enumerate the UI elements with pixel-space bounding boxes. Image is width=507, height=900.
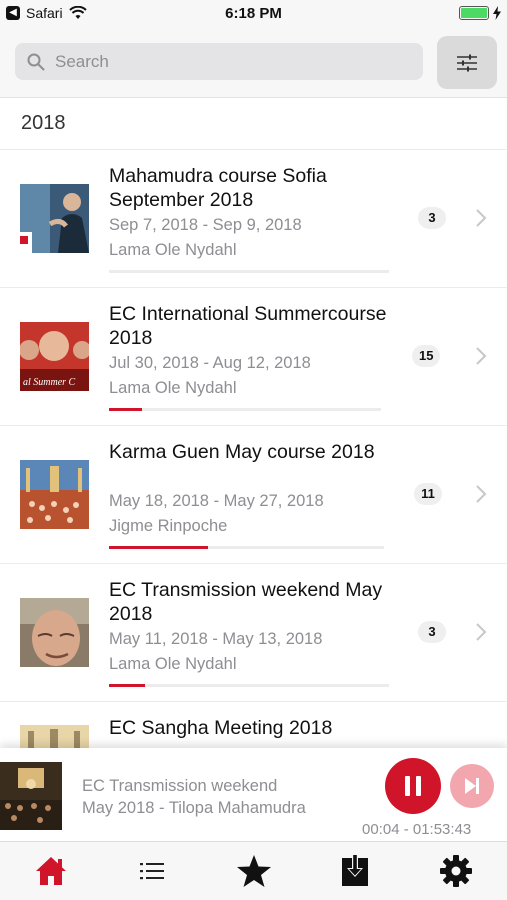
chevron-right-icon	[476, 347, 487, 365]
search-icon	[27, 53, 45, 70]
chevron-right-icon	[476, 485, 487, 503]
now-playing-title: EC Transmission weekend	[82, 777, 278, 795]
episode-count-badge: 11	[414, 483, 442, 505]
gear-icon	[440, 855, 473, 887]
filter-button[interactable]	[437, 36, 497, 89]
tab-settings[interactable]	[406, 842, 507, 900]
mini-player[interactable]: EC Transmission weekend May 2018 - Tilop…	[0, 748, 507, 841]
tab-home[interactable]	[0, 842, 101, 900]
section-header-year: 2018	[0, 98, 507, 150]
star-icon	[236, 855, 271, 887]
clock: 6:18 PM	[225, 5, 282, 22]
course-title: EC International Summercourse 2018	[109, 303, 387, 349]
svg-text:al Summer C: al Summer C	[23, 377, 76, 388]
progress-bar	[109, 408, 381, 411]
course-teacher: Lama Ole Nydahl	[109, 655, 237, 673]
course-row[interactable]: Karma Guen May course 2018 May 18, 2018 …	[0, 426, 507, 564]
tab-list[interactable]	[101, 842, 202, 900]
pause-button[interactable]	[385, 758, 441, 814]
course-row[interactable]: EC Transmission weekend May 2018 May 11,…	[0, 564, 507, 702]
search-header: Search	[0, 28, 507, 98]
progress-bar	[109, 546, 384, 549]
episode-count-badge: 3	[418, 621, 446, 643]
pause-icon	[405, 776, 421, 796]
skip-next-button[interactable]	[450, 764, 494, 808]
course-title: EC Sangha Meeting 2018	[109, 717, 333, 739]
episode-count-badge: 15	[412, 345, 441, 367]
course-dates: Sep 7, 2018 - Sep 9, 2018	[109, 216, 302, 234]
course-title: EC Transmission weekend May 2018	[109, 579, 383, 625]
course-row[interactable]: al Summer C EC International Summercours…	[0, 288, 507, 426]
course-thumbnail	[20, 725, 89, 748]
episode-count-badge: 3	[418, 207, 446, 229]
course-dates: Jul 30, 2018 - Aug 12, 2018	[109, 354, 311, 372]
now-playing-subtitle: May 2018 - Tilopa Mahamudra	[82, 799, 306, 817]
list-icon	[140, 863, 165, 880]
course-teacher: Lama Ole Nydahl	[109, 241, 237, 259]
tab-favorites[interactable]	[203, 842, 304, 900]
course-teacher: Lama Ole Nydahl	[109, 379, 237, 397]
tab-downloads[interactable]	[304, 842, 405, 900]
course-thumbnail	[20, 598, 89, 667]
charging-bolt-icon	[493, 6, 501, 20]
status-bar: ◀ Safari 6:18 PM	[0, 0, 507, 28]
course-thumbnail	[20, 184, 89, 253]
search-input[interactable]: Search	[15, 43, 423, 80]
progress-bar	[109, 270, 389, 273]
battery-icon	[459, 6, 489, 20]
course-title: Karma Guen May course 2018	[109, 441, 375, 463]
progress-bar	[109, 684, 389, 687]
course-row[interactable]: Mahamudra course Sofia September 2018 Se…	[0, 150, 507, 288]
download-icon	[341, 855, 368, 886]
course-dates: May 11, 2018 - May 13, 2018	[109, 630, 323, 648]
course-thumbnail: al Summer C	[20, 322, 89, 391]
course-thumbnail	[20, 460, 89, 529]
chevron-right-icon	[476, 623, 487, 641]
tab-bar	[0, 841, 507, 900]
search-placeholder: Search	[55, 51, 109, 71]
skip-next-icon	[465, 778, 479, 794]
now-playing-thumbnail	[0, 762, 62, 830]
home-icon	[35, 857, 66, 885]
course-dates: May 18, 2018 - May 27, 2018	[109, 492, 324, 510]
chevron-right-icon	[476, 209, 487, 227]
sliders-icon	[457, 54, 477, 71]
course-title: Mahamudra course Sofia September 2018	[109, 165, 327, 211]
course-teacher: Jigme Rinpoche	[109, 517, 228, 535]
section-year-label: 2018	[21, 112, 66, 134]
playback-time: 00:04 - 01:53:43	[362, 821, 472, 838]
